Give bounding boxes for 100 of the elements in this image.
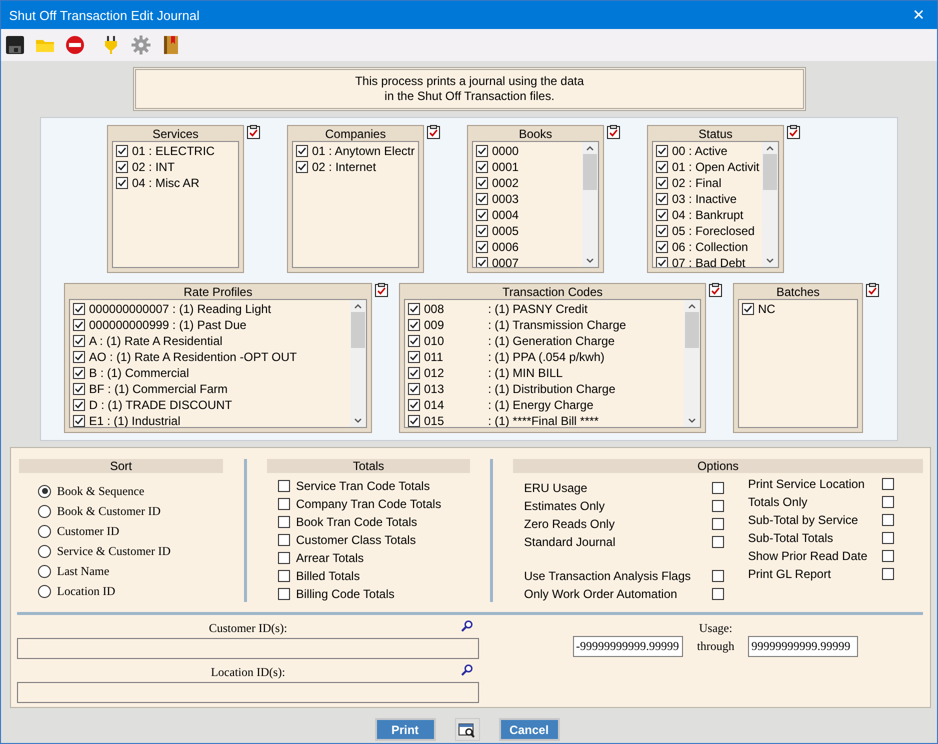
select-all-icon[interactable] bbox=[247, 125, 260, 139]
list-item-text[interactable]: : (1) MIN BILL bbox=[488, 366, 563, 380]
stop-icon[interactable] bbox=[64, 34, 86, 56]
checkbox[interactable] bbox=[656, 193, 668, 205]
scrollbar[interactable] bbox=[684, 300, 700, 427]
checkbox[interactable] bbox=[476, 161, 488, 173]
list-item-text[interactable]: 02 : Internet bbox=[312, 160, 376, 174]
scrollbar[interactable] bbox=[762, 142, 778, 267]
checkbox[interactable] bbox=[73, 319, 85, 331]
checkbox[interactable] bbox=[656, 177, 668, 189]
list-item-text[interactable]: 02 : INT bbox=[132, 160, 175, 174]
checkbox[interactable] bbox=[476, 145, 488, 157]
radio-button[interactable] bbox=[38, 544, 51, 558]
list-item-text[interactable]: : (1) Transmission Charge bbox=[488, 318, 626, 332]
radio-button[interactable] bbox=[38, 484, 51, 498]
checkbox[interactable] bbox=[656, 145, 668, 157]
list-item-text[interactable]: : (1) Distribution Charge bbox=[488, 382, 616, 396]
list-item-text[interactable]: NC bbox=[758, 302, 776, 316]
checkbox[interactable] bbox=[408, 415, 420, 427]
list-item-text[interactable]: D : (1) TRADE DISCOUNT bbox=[89, 398, 232, 412]
list-item-text[interactable]: 00 : Active bbox=[672, 144, 728, 158]
checkbox[interactable] bbox=[278, 498, 290, 510]
list-item-text[interactable]: B : (1) Commercial bbox=[89, 366, 190, 380]
checkbox[interactable] bbox=[712, 500, 724, 512]
select-all-icon[interactable] bbox=[866, 283, 879, 297]
list-item-text[interactable]: 0007 bbox=[492, 256, 519, 267]
checkbox[interactable] bbox=[476, 209, 488, 221]
radio-button[interactable] bbox=[38, 524, 51, 538]
list-item-text[interactable]: 0002 bbox=[492, 176, 519, 190]
radio-button[interactable] bbox=[38, 564, 51, 578]
list-item-text[interactable]: 01 : Anytown Electr bbox=[312, 144, 415, 158]
checkbox[interactable] bbox=[712, 570, 724, 582]
checkbox[interactable] bbox=[882, 532, 894, 544]
list-item-text[interactable]: 05 : Foreclosed bbox=[672, 224, 755, 238]
input-field[interactable] bbox=[17, 682, 479, 703]
checkbox[interactable] bbox=[882, 496, 894, 508]
input-field[interactable] bbox=[17, 638, 479, 659]
checkbox[interactable] bbox=[116, 145, 128, 157]
radio-button[interactable] bbox=[38, 504, 51, 518]
list-item-text[interactable]: 01 : Open Activit bbox=[672, 160, 760, 174]
checkbox[interactable] bbox=[712, 518, 724, 530]
checkbox[interactable] bbox=[278, 516, 290, 528]
checkbox[interactable] bbox=[882, 568, 894, 580]
checkbox[interactable] bbox=[882, 550, 894, 562]
radio-button[interactable] bbox=[38, 584, 51, 598]
checkbox[interactable] bbox=[408, 335, 420, 347]
print-button[interactable]: Print bbox=[374, 718, 436, 741]
select-all-icon[interactable] bbox=[375, 283, 388, 297]
scrollbar[interactable] bbox=[582, 142, 598, 267]
list-item-text[interactable]: 06 : Collection bbox=[672, 240, 748, 254]
list-item-text[interactable]: A : (1) Rate A Residential bbox=[89, 334, 222, 348]
select-all-icon[interactable] bbox=[607, 125, 620, 139]
list-item-text[interactable]: 04 : Bankrupt bbox=[672, 208, 744, 222]
checkbox[interactable] bbox=[408, 303, 420, 315]
checkbox[interactable] bbox=[73, 303, 85, 315]
checkbox[interactable] bbox=[73, 383, 85, 395]
checkbox[interactable] bbox=[408, 319, 420, 331]
close-button[interactable]: ✕ bbox=[908, 6, 929, 24]
list-item-text[interactable]: : (1) PASNY Credit bbox=[488, 302, 588, 316]
list-item-text[interactable]: AO : (1) Rate A Residention -OPT OUT bbox=[89, 350, 297, 364]
checkbox[interactable] bbox=[408, 367, 420, 379]
list-item-text[interactable]: 0005 bbox=[492, 224, 519, 238]
checkbox[interactable] bbox=[712, 588, 724, 600]
list-item-text[interactable]: 0006 bbox=[492, 240, 519, 254]
list-item-text[interactable]: 0000 bbox=[492, 144, 519, 158]
usage-from-field[interactable]: -99999999999.99999 bbox=[573, 636, 683, 657]
list-item-text[interactable]: 0001 bbox=[492, 160, 519, 174]
checkbox[interactable] bbox=[656, 241, 668, 253]
save-icon[interactable] bbox=[4, 34, 26, 56]
checkbox[interactable] bbox=[656, 161, 668, 173]
list-item-text[interactable]: 000000000999 : (1) Past Due bbox=[89, 318, 246, 332]
checkbox[interactable] bbox=[116, 177, 128, 189]
list-item-text[interactable]: 02 : Final bbox=[672, 176, 722, 190]
checkbox[interactable] bbox=[278, 552, 290, 564]
select-all-icon[interactable] bbox=[709, 283, 722, 297]
list-item-text[interactable]: 0003 bbox=[492, 192, 519, 206]
list-item-text[interactable]: BF : (1) Commercial Farm bbox=[89, 382, 228, 396]
checkbox[interactable] bbox=[476, 193, 488, 205]
checkbox[interactable] bbox=[742, 303, 754, 315]
list-item-text[interactable]: 04 : Misc AR bbox=[132, 176, 200, 190]
checkbox[interactable] bbox=[408, 383, 420, 395]
checkbox[interactable] bbox=[476, 177, 488, 189]
checkbox[interactable] bbox=[73, 399, 85, 411]
checkbox[interactable] bbox=[712, 536, 724, 548]
checkbox[interactable] bbox=[296, 145, 308, 157]
checkbox[interactable] bbox=[656, 209, 668, 221]
checkbox[interactable] bbox=[73, 351, 85, 363]
list-item-text[interactable]: 000000000007 : (1) Reading Light bbox=[89, 302, 272, 316]
cancel-button[interactable]: Cancel bbox=[498, 718, 560, 741]
search-icon[interactable] bbox=[461, 664, 475, 678]
checkbox[interactable] bbox=[408, 399, 420, 411]
list-item-text[interactable]: 07 : Bad Debt bbox=[672, 256, 746, 267]
checkbox[interactable] bbox=[476, 241, 488, 253]
select-all-icon[interactable] bbox=[427, 125, 440, 139]
list-item-text[interactable]: 0004 bbox=[492, 208, 519, 222]
checkbox[interactable] bbox=[712, 482, 724, 494]
search-icon[interactable] bbox=[461, 620, 475, 634]
checkbox[interactable] bbox=[476, 225, 488, 237]
checkbox[interactable] bbox=[278, 480, 290, 492]
checkbox[interactable] bbox=[296, 161, 308, 173]
